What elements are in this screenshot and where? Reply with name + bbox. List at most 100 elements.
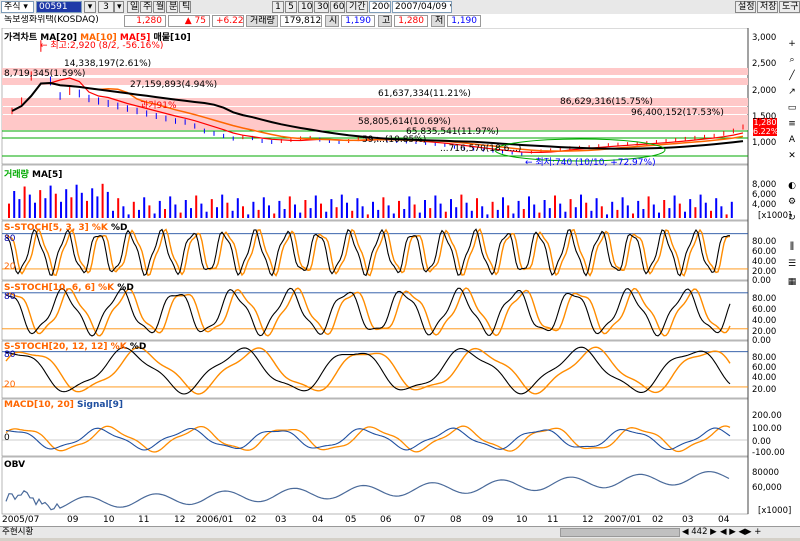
interval-10[interactable]: 10 bbox=[298, 1, 313, 13]
volume-bar bbox=[538, 213, 540, 218]
volume-bar bbox=[601, 206, 603, 218]
stoch1-ytick: 60.00 bbox=[752, 247, 776, 257]
volume-bar bbox=[346, 203, 348, 218]
volume-bar bbox=[278, 201, 280, 218]
volume-bar bbox=[273, 214, 275, 219]
period-count-input[interactable]: 2000 bbox=[369, 1, 391, 13]
stoch1-ytick: 40.00 bbox=[752, 257, 776, 267]
volume-bar bbox=[575, 207, 577, 218]
scrollbar[interactable] bbox=[560, 528, 680, 537]
percent-annotation: 과거91% bbox=[140, 98, 177, 111]
volume-bar bbox=[455, 207, 457, 218]
line-tool-icon[interactable]: ╱ bbox=[786, 70, 798, 82]
volume-bar bbox=[668, 208, 670, 218]
macd-ytick: -100.00 bbox=[752, 448, 785, 458]
volume-bar bbox=[18, 199, 20, 218]
volume-bar bbox=[138, 210, 140, 218]
refresh-icon[interactable]: ↻ bbox=[786, 212, 798, 224]
box-icon[interactable]: ▭ bbox=[786, 102, 798, 114]
interval-1[interactable]: 1 bbox=[272, 1, 284, 13]
volume-bar bbox=[226, 203, 228, 218]
fibo-icon[interactable]: ≡ bbox=[786, 118, 798, 130]
volume-bar bbox=[648, 196, 650, 218]
x-tick: 11 bbox=[547, 515, 558, 525]
zoom-icon[interactable]: ⌕ bbox=[786, 54, 798, 66]
code-search-button[interactable]: ▾ bbox=[84, 1, 96, 13]
chart-area[interactable]: 가격차트 MA[20] MA[10] MA[5] 매물[10] ← 최고:2,9… bbox=[0, 28, 800, 538]
volume-bar bbox=[180, 213, 182, 218]
volume-bar bbox=[112, 211, 114, 218]
volume-bar bbox=[8, 204, 10, 218]
volume-bar bbox=[284, 209, 286, 218]
volume-bar bbox=[206, 212, 208, 218]
tab-month[interactable]: 월 bbox=[153, 1, 165, 13]
volume-bar bbox=[398, 201, 400, 218]
interval-30[interactable]: 30 bbox=[314, 1, 329, 13]
vp-label-3: 27,159,893(4.94%) bbox=[130, 80, 217, 90]
tools-button[interactable]: 도구 bbox=[779, 1, 800, 13]
volume-bar bbox=[564, 212, 566, 218]
date-input[interactable]: 2007/04/09 ▾ bbox=[392, 1, 452, 13]
nav-buttons[interactable]: ◀ ▶ ◀▶ + bbox=[720, 527, 761, 538]
x-tick: 09 bbox=[67, 515, 78, 525]
volume-label: 거래량 bbox=[246, 15, 278, 27]
eraser-icon[interactable]: ✕ bbox=[786, 150, 798, 162]
num-spinner[interactable]: ▾ bbox=[114, 1, 124, 13]
volume-bar bbox=[715, 198, 717, 218]
volume-bar bbox=[700, 195, 702, 218]
tab-tick[interactable]: 틱 bbox=[179, 1, 191, 13]
open-value: 1,190 bbox=[341, 15, 375, 27]
tab-day[interactable]: 일 bbox=[127, 1, 139, 13]
x-tick: 2007/01 bbox=[604, 515, 641, 525]
macd-title: MACD[10, 20] Signal[9] bbox=[4, 400, 123, 410]
code-input[interactable]: 00591 bbox=[36, 1, 82, 13]
x-tick: 12 bbox=[582, 515, 593, 525]
vp-label-2: 14,338,197(2.61%) bbox=[64, 59, 151, 69]
quote-bar: 녹보생화위택(KOSDAQ) 1,280 ▲ 75 +6.22 거래량 179,… bbox=[0, 14, 800, 28]
vp-label-10: ...716,570(18.6...) bbox=[440, 144, 521, 154]
high-annotation: ← 최고:2,920 (8/2, -56.16%) bbox=[40, 38, 163, 51]
volume-bar bbox=[533, 205, 535, 219]
volume-bar bbox=[133, 202, 135, 218]
volume-bar bbox=[528, 196, 530, 218]
volume-bar bbox=[372, 202, 374, 218]
x-tick: 03 bbox=[275, 515, 286, 525]
volume-bar bbox=[476, 198, 478, 218]
volume-bar bbox=[159, 201, 161, 218]
list-icon[interactable]: ☰ bbox=[786, 258, 798, 270]
macd-zero-label: 0 bbox=[4, 433, 10, 443]
volume-bar bbox=[86, 201, 88, 218]
interval-60[interactable]: 60 bbox=[330, 1, 345, 13]
volume-bar bbox=[440, 204, 442, 218]
volume-bar bbox=[731, 202, 733, 218]
volume-bar bbox=[460, 195, 462, 218]
indicator-icon[interactable]: ǁ bbox=[786, 240, 798, 252]
volume-bar bbox=[382, 197, 384, 218]
tab-week[interactable]: 주 bbox=[140, 1, 152, 13]
volume-bar bbox=[325, 212, 327, 218]
trendline-icon[interactable]: ↗ bbox=[786, 86, 798, 98]
settings-icon[interactable]: ⚙ bbox=[786, 196, 798, 208]
x-tick: 04 bbox=[312, 515, 323, 525]
obv-line bbox=[6, 472, 729, 510]
x-tick: 04 bbox=[718, 515, 729, 525]
volume-bar bbox=[29, 195, 31, 218]
volume-bar bbox=[107, 192, 109, 218]
text-tool-icon[interactable]: A bbox=[786, 134, 798, 146]
volume-bar bbox=[585, 203, 587, 218]
obv-ytick: 80000 bbox=[752, 468, 779, 478]
crosshair-icon[interactable]: + bbox=[786, 38, 798, 50]
market-select[interactable]: 주식 ▾ bbox=[1, 1, 34, 13]
grid-icon[interactable]: ▦ bbox=[786, 276, 798, 288]
high-value: 1,280 bbox=[394, 15, 428, 27]
num-select[interactable]: 3 bbox=[98, 1, 114, 13]
settings-button[interactable]: 설정 bbox=[735, 1, 756, 13]
save-button[interactable]: 저장 bbox=[757, 1, 778, 13]
volume-bar bbox=[658, 213, 660, 218]
color-icon[interactable]: ◐ bbox=[786, 180, 798, 192]
price-change: ▲ 75 bbox=[168, 15, 210, 27]
volume-bar bbox=[76, 185, 78, 218]
tab-minute[interactable]: 분 bbox=[166, 1, 178, 13]
volume-bar bbox=[502, 197, 504, 218]
interval-5[interactable]: 5 bbox=[285, 1, 297, 13]
